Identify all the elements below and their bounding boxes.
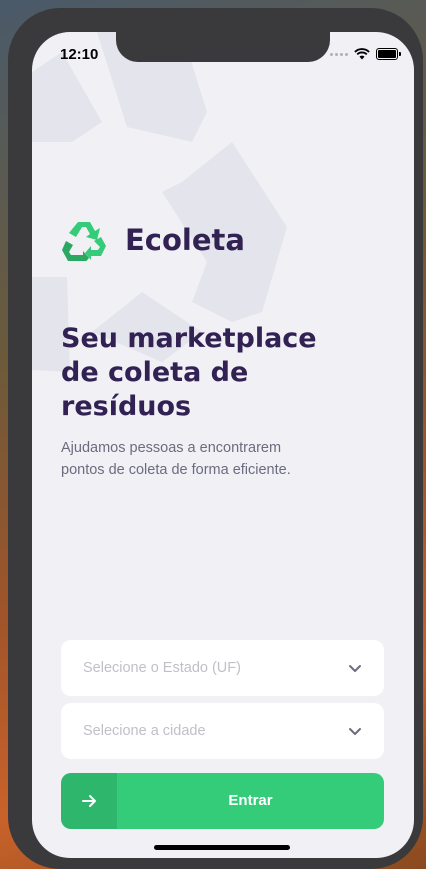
title-line: Seu marketplace — [61, 323, 317, 354]
phone-frame: 12:10 Ecoleta Seu marketplace de coleta … — [8, 8, 423, 869]
title-line: resíduos — [61, 391, 192, 422]
page-title: Seu marketplace de coleta de resíduos — [61, 322, 331, 424]
state-select-placeholder: Selecione o Estado (UF) — [83, 660, 241, 676]
arrow-right-icon — [82, 795, 96, 807]
chevron-down-icon — [349, 665, 361, 672]
enter-icon-box — [61, 773, 117, 829]
home-indicator[interactable] — [154, 845, 290, 850]
wifi-icon — [354, 48, 370, 60]
signal-icon — [330, 52, 348, 56]
state-select[interactable]: Selecione o Estado (UF) — [61, 640, 384, 696]
brand-logo: Ecoleta — [61, 219, 245, 261]
enter-button-label: Entrar — [228, 792, 273, 809]
city-select[interactable]: Selecione a cidade — [61, 703, 384, 759]
enter-button[interactable]: Entrar — [61, 773, 384, 829]
page-description: Ajudamos pessoas a encontrarem pontos de… — [61, 440, 291, 478]
recycle-icon — [62, 222, 106, 261]
battery-icon — [376, 48, 401, 60]
device-notch — [116, 32, 330, 62]
app-screen: 12:10 Ecoleta Seu marketplace de coleta … — [32, 32, 414, 858]
brand-name: Ecoleta — [125, 223, 245, 257]
city-select-placeholder: Selecione a cidade — [83, 723, 206, 739]
status-time: 12:10 — [60, 46, 99, 63]
chevron-down-icon — [349, 728, 361, 735]
title-line: de coleta de — [61, 357, 249, 388]
status-icons — [330, 48, 401, 60]
